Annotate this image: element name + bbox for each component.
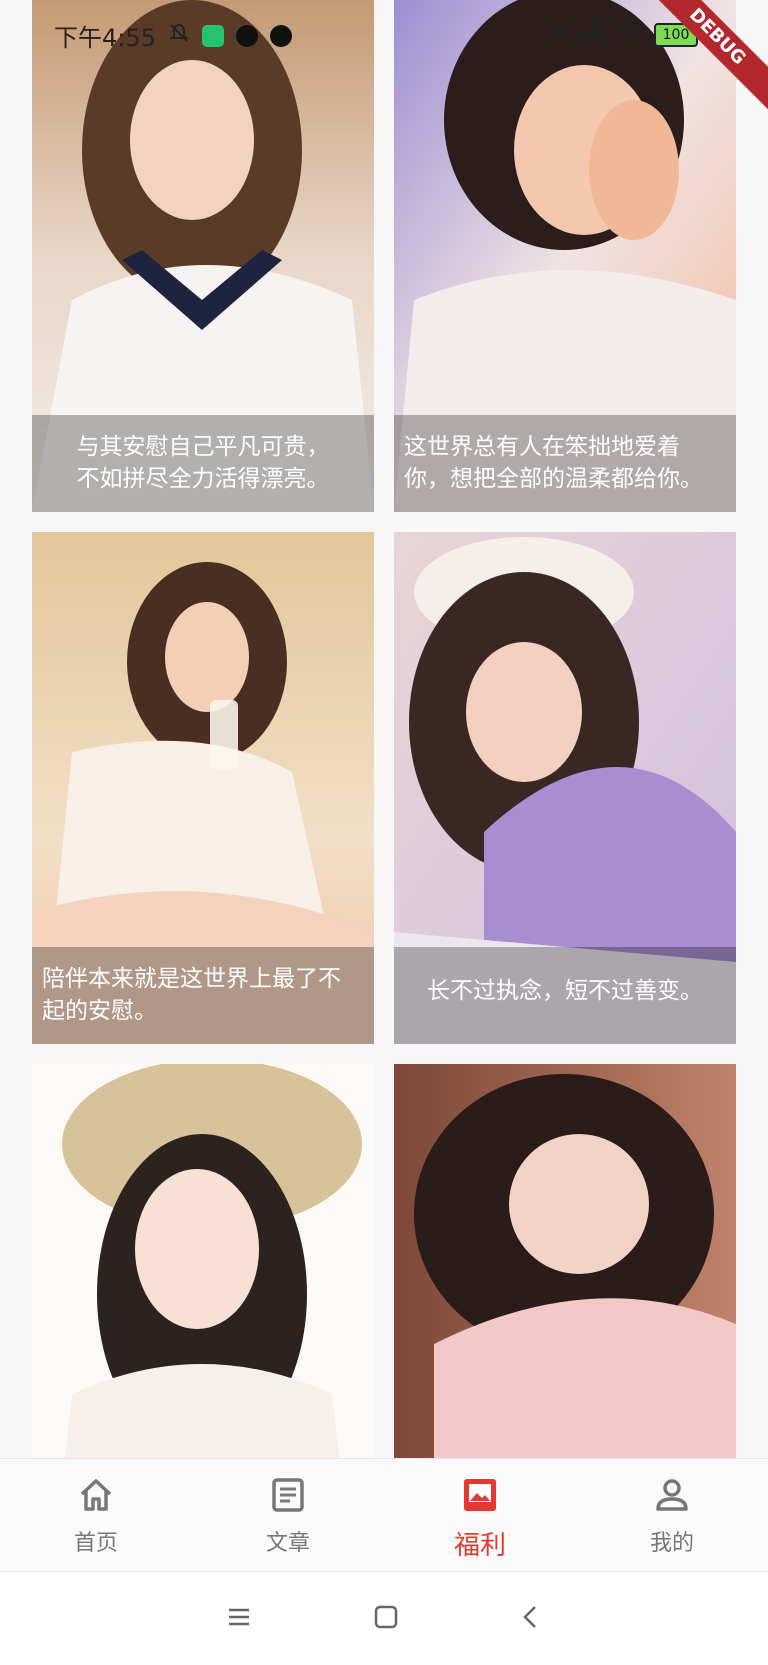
photo-caption: 与其安慰自己平凡可贵， 不如拼尽全力活得漂亮。 [32, 415, 374, 512]
qq-icon [235, 24, 258, 47]
status-time: 下午4:55 [54, 24, 156, 52]
system-nav-bar [0, 1571, 768, 1665]
bottom-nav: 首页 文章 福利 我的 [0, 1458, 768, 1571]
status-bar: 下午4:55 100 [0, 0, 768, 68]
photo-card[interactable]: 与其安慰自己平凡可贵， 不如拼尽全力活得漂亮。 [32, 0, 374, 512]
image-icon [460, 1475, 500, 1519]
nav-label: 文章 [265, 1531, 310, 1556]
article-icon [268, 1475, 308, 1519]
mute-icon [168, 22, 190, 50]
photo-card[interactable] [394, 1064, 736, 1458]
photo-card[interactable] [32, 1064, 374, 1458]
menu-icon[interactable] [225, 1605, 253, 1633]
photo-image [32, 1064, 374, 1458]
photo-card[interactable]: 陪伴本来就是这世界上最了不 起的安慰。 [32, 532, 374, 1044]
photo-image [394, 1064, 736, 1458]
person-icon [652, 1475, 692, 1519]
nav-label: 我的 [649, 1531, 694, 1556]
signal-icon [576, 21, 604, 49]
nav-label: 福利 [453, 1531, 506, 1561]
nav-item-welfare[interactable]: 福利 [384, 1459, 576, 1571]
photo-grid: 与其安慰自己平凡可贵， 不如拼尽全力活得漂亮。 这世界总有人在笨拙地爱着 你，想… [32, 0, 736, 1458]
wifi-icon [614, 21, 644, 49]
nav-item-article[interactable]: 文章 [192, 1459, 384, 1571]
photo-caption: 这世界总有人在笨拙地爱着 你，想把全部的温柔都给你。 [394, 415, 736, 512]
bluetooth-icon [550, 20, 566, 50]
nav-item-mine[interactable]: 我的 [576, 1459, 768, 1571]
nav-item-home[interactable]: 首页 [0, 1459, 192, 1571]
home-icon [76, 1475, 116, 1519]
photo-card[interactable]: 长不过执念，短不过善变。 [394, 532, 736, 1044]
back-icon[interactable] [519, 1604, 543, 1634]
photo-card[interactable]: 这世界总有人在笨拙地爱着 你，想把全部的温柔都给你。 [394, 0, 736, 512]
photo-caption: 陪伴本来就是这世界上最了不 起的安慰。 [32, 947, 374, 1044]
qq-icon [269, 24, 292, 47]
photo-caption: 长不过执念，短不过善变。 [394, 947, 736, 1044]
home-square-icon[interactable] [373, 1604, 399, 1634]
nav-label: 首页 [73, 1531, 118, 1556]
shield-app-icon [201, 24, 224, 47]
